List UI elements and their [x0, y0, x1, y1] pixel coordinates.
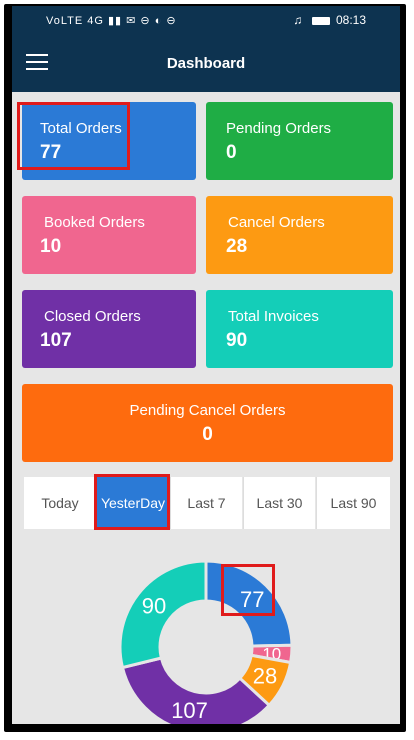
total-orders-card[interactable]: Total Orders 77 — [22, 102, 196, 180]
card-label: Total Invoices — [228, 308, 319, 325]
headphones-icon: ♫ — [293, 13, 303, 27]
donut-label-77: 77 — [240, 587, 264, 612]
date-range-tabs: Today YesterDay Last 7 Last 30 Last 90 — [24, 477, 390, 529]
orders-donut-chart: 77 10 28 107 90 — [112, 551, 300, 724]
cancel-orders-card[interactable]: Cancel Orders 28 — [206, 196, 393, 274]
donut-svg: 77102810790 — [118, 559, 294, 724]
card-value: 0 — [226, 142, 237, 163]
status-icons: VoLTE 4G ▮▮ ✉ ⊖ ◐ ⊖ — [46, 15, 177, 27]
card-value: 90 — [226, 330, 248, 351]
tab-last-90[interactable]: Last 90 — [316, 477, 390, 529]
status-right: ♫ 08:13 — [293, 13, 366, 27]
tab-last-30[interactable]: Last 30 — [243, 477, 315, 529]
card-value: 77 — [40, 142, 62, 163]
card-label: Pending Orders — [226, 120, 332, 137]
tab-today[interactable]: Today — [24, 477, 96, 529]
card-label: Cancel Orders — [228, 214, 325, 231]
card-value: 107 — [40, 330, 72, 351]
donut-label-107: 107 — [171, 698, 208, 723]
tab-last-7[interactable]: Last 7 — [170, 477, 242, 529]
closed-orders-card[interactable]: Closed Orders 107 — [22, 290, 196, 368]
card-value: 0 — [202, 424, 213, 445]
card-label: Closed Orders — [44, 308, 141, 325]
card-label: Pending Cancel Orders — [129, 402, 286, 419]
battery-icon — [311, 16, 330, 25]
app-bar: Dashboard — [12, 36, 400, 92]
total-invoices-card[interactable]: Total Invoices 90 — [206, 290, 393, 368]
status-time: 08:13 — [335, 13, 366, 27]
app-screen: VoLTE 4G ▮▮ ✉ ⊖ ◐ ⊖ ♫ 08:13 Dashboard To… — [12, 6, 400, 724]
tab-yesterday[interactable]: YesterDay — [97, 477, 169, 529]
pending-orders-card[interactable]: Pending Orders 0 — [206, 102, 393, 180]
card-label: Booked Orders — [44, 214, 145, 231]
donut-label-90: 90 — [142, 593, 166, 618]
page-title: Dashboard — [166, 55, 246, 72]
card-value: 10 — [40, 236, 62, 257]
status-bar: VoLTE 4G ▮▮ ✉ ⊖ ◐ ⊖ ♫ 08:13 — [12, 6, 400, 36]
card-label: Total Orders — [40, 120, 122, 137]
donut-label-28: 28 — [253, 663, 277, 688]
pending-cancel-orders-card[interactable]: Pending Cancel Orders 0 — [22, 384, 393, 462]
card-value: 28 — [226, 236, 248, 257]
booked-orders-card[interactable]: Booked Orders 10 — [22, 196, 196, 274]
